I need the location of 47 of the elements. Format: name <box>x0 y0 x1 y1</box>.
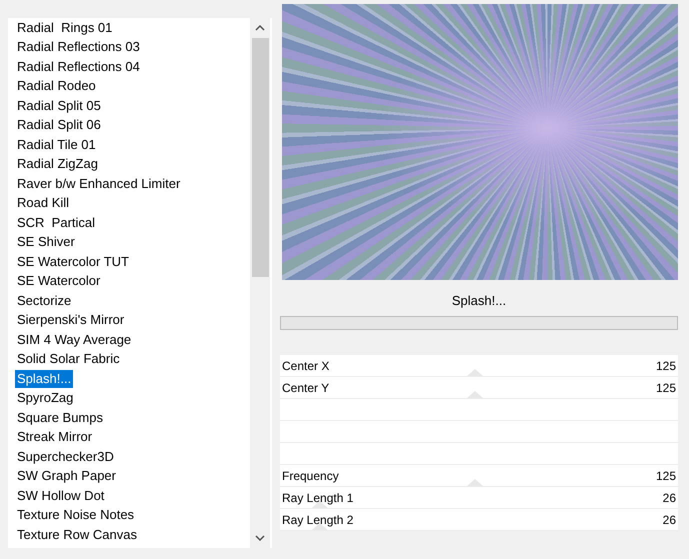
filter-list-item[interactable]: SE Watercolor <box>15 272 102 290</box>
filter-list-item[interactable]: SIM 4 Way Average <box>15 330 134 349</box>
filter-list-item[interactable]: SCR Partical <box>15 214 98 232</box>
slider-value: 125 <box>656 380 676 394</box>
filter-list-item[interactable]: Radial ZigZag <box>15 155 100 174</box>
filter-list-item[interactable]: Sectorize <box>15 292 74 310</box>
filter-list-item[interactable]: Texture Noise Notes <box>15 506 136 524</box>
filter-list-item[interactable]: Radial Split 06 <box>15 116 103 134</box>
slider-value: 125 <box>656 358 676 372</box>
filter-title: Splash!... <box>450 292 508 310</box>
slider[interactable]: Center X 125 <box>280 355 678 377</box>
slider-label: Frequency <box>282 468 339 482</box>
slider[interactable]: Ray Length 2 26 <box>280 509 678 531</box>
filter-list-item[interactable]: SE Watercolor TUT <box>15 252 131 271</box>
filter-list-item[interactable]: Radial Rodeo <box>15 77 98 96</box>
filter-list-item[interactable]: Radial Reflections 04 <box>15 58 142 76</box>
filter-list-item[interactable]: Raver b/w Enhanced Limiter <box>15 174 182 193</box>
slider-label: Ray Length 1 <box>282 490 354 504</box>
slider-label: Center X <box>282 358 330 372</box>
scrollbar-thumb[interactable] <box>252 38 268 277</box>
slider-value: 26 <box>662 490 676 504</box>
filter-list-item[interactable]: SW Graph Paper <box>15 467 118 486</box>
filter-list-item[interactable]: Texture Row Canvas <box>15 526 139 544</box>
filter-list-item[interactable]: Square Bumps <box>15 408 105 427</box>
slider[interactable]: Center Y 125 <box>280 377 678 399</box>
filter-list[interactable] <box>8 18 272 548</box>
slider-value: 26 <box>662 512 676 526</box>
filter-list-item[interactable]: Radial Split 05 <box>15 96 103 115</box>
filter-list-item[interactable]: Streak Mirror <box>15 428 94 446</box>
filter-list-item[interactable]: Solid Solar Fabric <box>15 350 122 368</box>
scroll-down-icon[interactable] <box>255 535 265 541</box>
filter-list-item[interactable]: SE Shiver <box>15 233 77 252</box>
filter-list-item[interactable]: Radial Tile 01 <box>15 136 98 154</box>
filter-list-item[interactable]: Sierpenski's Mirror <box>15 311 126 330</box>
filter-list-item[interactable]: Splash!... <box>15 370 74 388</box>
filter-list-item[interactable]: Road Kill <box>15 194 72 212</box>
filter-list-item[interactable]: Radial Rings 01 <box>15 18 114 37</box>
slider[interactable]: Frequency 125 <box>280 465 678 487</box>
filter-list-item[interactable]: Radial Reflections 03 <box>15 38 142 56</box>
slider[interactable]: Ray Length 1 26 <box>280 487 678 509</box>
scroll-up-icon[interactable] <box>255 25 265 31</box>
filter-list-item[interactable]: SW Hollow Dot <box>15 486 106 505</box>
filter-list-item[interactable]: Superchecker3D <box>15 448 116 466</box>
filter-list-item[interactable]: SpyroZag <box>15 389 76 408</box>
slider-label: Center Y <box>282 380 330 394</box>
slider-label: Ray Length 2 <box>282 512 354 526</box>
slider-value: 125 <box>656 468 676 482</box>
